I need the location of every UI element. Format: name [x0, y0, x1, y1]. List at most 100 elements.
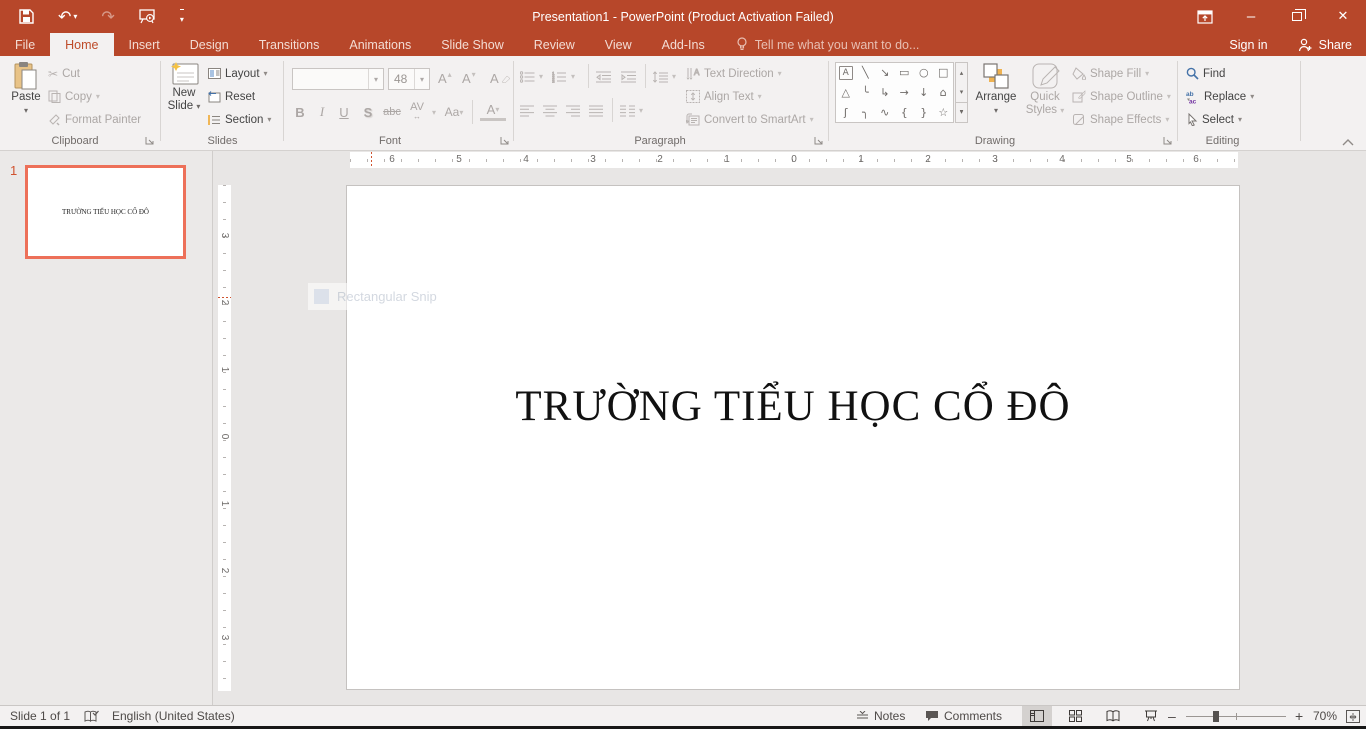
collapse-ribbon-icon: [1342, 139, 1354, 146]
shape-gallery[interactable]: A╲↘▭○□ △╰↳→↓⌂ ʃ╮∿{}☆: [835, 62, 954, 123]
zoom-level-button[interactable]: 70%: [1313, 706, 1337, 726]
arrange-caret: ▾: [994, 104, 998, 117]
tab-animations[interactable]: Animations: [334, 33, 426, 56]
replace-button[interactable]: abac Replace ▾: [1186, 86, 1254, 107]
shape-gallery-up[interactable]: ▴: [956, 63, 967, 82]
shape-gallery-item[interactable]: ○: [914, 63, 934, 83]
columns-icon: [620, 105, 635, 117]
tab-add-ins[interactable]: Add-Ins: [647, 33, 720, 56]
h-ruler-number: 4: [1056, 154, 1068, 165]
shape-gallery-item[interactable]: ↘: [875, 63, 895, 83]
shape-gallery-down[interactable]: ▾: [956, 82, 967, 101]
tab-view[interactable]: View: [590, 33, 647, 56]
sign-in-link[interactable]: Sign in: [1213, 38, 1283, 52]
shape-gallery-item[interactable]: ╮: [856, 102, 876, 122]
close-button[interactable]: ✕: [1320, 0, 1366, 33]
shape-gallery-item[interactable]: A: [839, 66, 853, 80]
shape-gallery-item[interactable]: ╲: [856, 63, 876, 83]
slide-title-text[interactable]: TRƯỜNG TIỂU HỌC CỔ ĐÔ: [347, 382, 1239, 431]
restore-button[interactable]: [1274, 0, 1320, 33]
slideshow-view-button[interactable]: [1136, 706, 1166, 726]
zoom-in-button[interactable]: +: [1295, 706, 1303, 726]
font-name-combobox[interactable]: ▾: [292, 68, 384, 90]
slide-indicator[interactable]: Slide 1 of 1: [10, 706, 70, 726]
shape-gallery-item[interactable]: }: [914, 102, 934, 122]
collapse-ribbon-button[interactable]: [1342, 132, 1354, 153]
v-ruler-number: 2: [219, 297, 230, 308]
tab-home[interactable]: Home: [50, 33, 113, 56]
text-direction-button: A Text Direction ▾: [686, 63, 782, 84]
fit-slide-to-window-button[interactable]: [1346, 706, 1360, 726]
share-button[interactable]: Share: [1284, 33, 1366, 56]
align-text-icon: [686, 90, 700, 103]
spell-check-button[interactable]: [84, 706, 99, 726]
new-slide-button[interactable]: New Slide ▾: [164, 61, 204, 113]
normal-view-button[interactable]: [1022, 706, 1052, 726]
font-size-combobox[interactable]: 48 ▾: [388, 68, 430, 90]
zoom-out-button[interactable]: –: [1168, 706, 1176, 726]
find-icon: [1186, 67, 1199, 80]
clear-formatting-button: A: [490, 68, 511, 89]
shape-gallery-item[interactable]: ⌂: [934, 83, 954, 103]
v-ruler-number: 2: [219, 565, 230, 576]
select-button[interactable]: Select ▾: [1186, 109, 1242, 130]
comments-button[interactable]: Comments: [925, 706, 1002, 726]
find-button[interactable]: Find: [1186, 63, 1225, 84]
tab-design[interactable]: Design: [175, 33, 244, 56]
drawing-dialog-launcher[interactable]: [1163, 136, 1173, 146]
font-dialog-launcher[interactable]: [500, 136, 510, 146]
font-name-caret[interactable]: ▾: [368, 69, 383, 89]
tab-slide-show[interactable]: Slide Show: [426, 33, 519, 56]
reading-view-button[interactable]: [1098, 706, 1128, 726]
language-indicator[interactable]: English (United States): [112, 706, 235, 726]
clipboard-dialog-launcher[interactable]: [145, 136, 155, 146]
font-size-caret[interactable]: ▾: [414, 69, 429, 89]
italic-button: I: [312, 100, 332, 124]
shape-gallery-item[interactable]: →: [895, 83, 915, 103]
shape-gallery-item[interactable]: ∿: [875, 102, 895, 122]
paste-button[interactable]: Paste ▾: [8, 61, 44, 117]
select-label: Select: [1202, 114, 1234, 126]
bullets-caret: ▾: [539, 72, 543, 81]
shape-gallery-item[interactable]: ▭: [895, 63, 915, 83]
tab-transitions[interactable]: Transitions: [244, 33, 335, 56]
tell-me-label: Tell me what you want to do...: [755, 38, 920, 52]
shape-gallery-item[interactable]: {: [895, 102, 915, 122]
shape-gallery-item[interactable]: ↓: [914, 83, 934, 103]
slide-canvas[interactable]: TRƯỜNG TIỂU HỌC CỔ ĐÔ: [346, 185, 1240, 690]
zoom-slider-thumb[interactable]: [1213, 711, 1219, 722]
shape-gallery-item[interactable]: □: [934, 63, 954, 83]
select-caret[interactable]: ▾: [1238, 115, 1242, 124]
character-spacing-caret: ▾: [430, 100, 438, 124]
paragraph-dialog-launcher[interactable]: [814, 136, 824, 146]
shape-gallery-scrollbar[interactable]: ▴ ▾ ▾: [955, 62, 968, 123]
slide-thumbnail-number: 1: [10, 163, 17, 178]
tell-me-box[interactable]: Tell me what you want to do...: [720, 33, 920, 56]
editing-group-label: Editing: [1185, 135, 1260, 147]
replace-caret[interactable]: ▾: [1250, 92, 1254, 101]
reset-button[interactable]: Reset: [208, 86, 255, 107]
ribbon-display-options-button[interactable]: [1182, 0, 1228, 33]
tab-insert[interactable]: Insert: [114, 33, 175, 56]
shape-gallery-item[interactable]: ☆: [934, 102, 954, 122]
shape-gallery-item[interactable]: ↳: [875, 83, 895, 103]
minimize-button[interactable]: –: [1228, 0, 1274, 33]
layout-button[interactable]: Layout ▾: [208, 63, 268, 84]
select-icon: [1186, 113, 1198, 126]
slide-thumbnail[interactable]: TRƯỜNG TIỂU HỌC CỔ ĐÔ: [25, 165, 186, 259]
shape-gallery-item[interactable]: △: [836, 83, 856, 103]
shape-gallery-item[interactable]: ╰: [856, 83, 876, 103]
arrange-button[interactable]: Arrange ▾: [973, 61, 1019, 117]
section-caret: ▾: [267, 115, 271, 124]
slide-sorter-view-button[interactable]: [1060, 706, 1090, 726]
notes-button[interactable]: Notes: [856, 706, 905, 726]
shrink-font-icon: A: [462, 71, 471, 86]
slide-thumbnail-panel[interactable]: 1 TRƯỜNG TIỂU HỌC CỔ ĐÔ: [0, 151, 213, 705]
copy-dropdown-caret: ▾: [96, 92, 100, 101]
section-button[interactable]: Section ▾: [208, 109, 271, 130]
shape-gallery-more[interactable]: ▾: [956, 102, 967, 122]
tab-file[interactable]: File: [0, 33, 50, 56]
shape-gallery-item[interactable]: ʃ: [836, 102, 856, 122]
paste-dropdown-caret[interactable]: ▾: [24, 104, 28, 117]
tab-review[interactable]: Review: [519, 33, 590, 56]
